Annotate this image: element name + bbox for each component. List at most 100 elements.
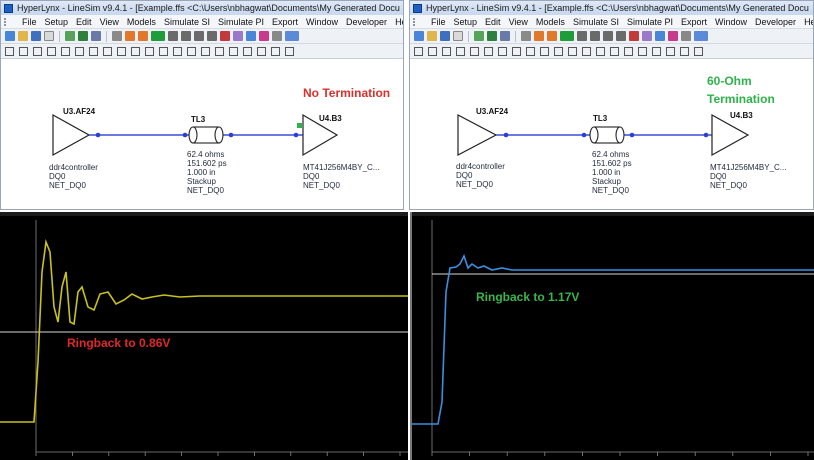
ibis-symbol-icon[interactable]: [680, 46, 689, 56]
text-symbol-icon[interactable]: [285, 46, 294, 56]
pan-icon[interactable]: [616, 31, 626, 41]
source-symbol-icon[interactable]: [187, 46, 196, 56]
termination-symbol-icon[interactable]: [624, 46, 633, 56]
menu-simulate-pi[interactable]: Simulate PI: [214, 17, 268, 27]
package-symbol-icon[interactable]: [229, 46, 238, 56]
power-symbol-icon[interactable]: [145, 46, 154, 56]
menu-simulate-pi[interactable]: Simulate PI: [623, 17, 677, 27]
zoom-out-icon[interactable]: [590, 31, 600, 41]
eye-diagram-icon[interactable]: [246, 31, 256, 41]
termination-symbol-icon[interactable]: [215, 46, 224, 56]
right-oscilloscope-view[interactable]: Ringback to 1.17V: [410, 212, 814, 460]
menu-help[interactable]: Help: [391, 17, 403, 27]
inductor-symbol-icon[interactable]: [117, 46, 126, 56]
menu-help[interactable]: Help: [800, 17, 813, 27]
left-oscilloscope-view[interactable]: Ringback to 0.86V: [0, 212, 408, 460]
coupled-symbol-icon[interactable]: [33, 46, 42, 56]
package-symbol-icon[interactable]: [638, 46, 647, 56]
ibis-symbol-icon[interactable]: [271, 46, 280, 56]
menu-view[interactable]: View: [96, 17, 123, 27]
ic-symbol-icon[interactable]: [5, 46, 14, 56]
probe-icon[interactable]: [642, 31, 652, 41]
oscilloscope-icon[interactable]: [151, 31, 165, 41]
menu-file[interactable]: File: [18, 17, 41, 27]
cable-symbol-icon[interactable]: [456, 46, 465, 56]
switch-symbol-icon[interactable]: [201, 46, 210, 56]
board-icon[interactable]: [65, 31, 75, 41]
print-preview-icon[interactable]: [453, 31, 463, 41]
right-schematic-canvas[interactable]: U3.AF24 ddr4controller DQ0 NET_DQ0 TL3 6…: [410, 59, 813, 209]
print-icon[interactable]: [521, 31, 531, 41]
pan-icon[interactable]: [207, 31, 217, 41]
new-file-icon[interactable]: [5, 31, 15, 41]
menu-simulate-si[interactable]: Simulate SI: [569, 17, 623, 27]
resistor-symbol-icon[interactable]: [498, 46, 507, 56]
open-folder-icon[interactable]: [427, 31, 437, 41]
run-icon[interactable]: [629, 31, 639, 41]
layers-icon[interactable]: [91, 31, 101, 41]
connector-symbol-icon[interactable]: [61, 46, 70, 56]
print-preview-icon[interactable]: [44, 31, 54, 41]
resistor-symbol-icon[interactable]: [89, 46, 98, 56]
ic-symbol-icon[interactable]: [414, 46, 423, 56]
menu-view[interactable]: View: [505, 17, 532, 27]
zoom-fit-icon[interactable]: [194, 31, 204, 41]
stackup-icon[interactable]: [487, 31, 497, 41]
menu-developer[interactable]: Developer: [342, 17, 391, 27]
zoom-out-icon[interactable]: [181, 31, 191, 41]
menu-models[interactable]: Models: [123, 17, 160, 27]
menu-setup[interactable]: Setup: [41, 17, 73, 27]
save-icon[interactable]: [440, 31, 450, 41]
stackup-icon[interactable]: [78, 31, 88, 41]
probe-symbol-icon[interactable]: [568, 46, 577, 56]
capacitor-symbol-icon[interactable]: [512, 46, 521, 56]
layers-icon[interactable]: [500, 31, 510, 41]
probe-icon[interactable]: [233, 31, 243, 41]
text-symbol-icon[interactable]: [694, 46, 703, 56]
coupled-symbol-icon[interactable]: [442, 46, 451, 56]
menu-export[interactable]: Export: [677, 17, 711, 27]
redo-icon[interactable]: [547, 31, 557, 41]
menu-edit[interactable]: Edit: [72, 17, 96, 27]
waveform-icon[interactable]: [285, 31, 299, 41]
via-symbol-icon[interactable]: [484, 46, 493, 56]
spectrum-icon[interactable]: [668, 31, 678, 41]
undo-icon[interactable]: [125, 31, 135, 41]
spectrum-icon[interactable]: [259, 31, 269, 41]
tline-symbol-icon[interactable]: [19, 46, 28, 56]
menu-models[interactable]: Models: [532, 17, 569, 27]
transformer-symbol-icon[interactable]: [243, 46, 252, 56]
switch-symbol-icon[interactable]: [610, 46, 619, 56]
menu-export[interactable]: Export: [268, 17, 302, 27]
zoom-fit-icon[interactable]: [603, 31, 613, 41]
menu-file[interactable]: File: [427, 17, 450, 27]
board-icon[interactable]: [474, 31, 484, 41]
menu-developer[interactable]: Developer: [751, 17, 800, 27]
source-symbol-icon[interactable]: [596, 46, 605, 56]
via-symbol-icon[interactable]: [75, 46, 84, 56]
print-icon[interactable]: [112, 31, 122, 41]
diode-symbol-icon[interactable]: [173, 46, 182, 56]
connector-symbol-icon[interactable]: [470, 46, 479, 56]
menu-setup[interactable]: Setup: [450, 17, 482, 27]
menu-window[interactable]: Window: [711, 17, 751, 27]
redo-icon[interactable]: [138, 31, 148, 41]
waveform-icon[interactable]: [694, 31, 708, 41]
zoom-in-icon[interactable]: [577, 31, 587, 41]
save-icon[interactable]: [31, 31, 41, 41]
sparam-symbol-icon[interactable]: [257, 46, 266, 56]
menu-edit[interactable]: Edit: [481, 17, 505, 27]
new-file-icon[interactable]: [414, 31, 424, 41]
diode-symbol-icon[interactable]: [582, 46, 591, 56]
undo-icon[interactable]: [534, 31, 544, 41]
run-icon[interactable]: [220, 31, 230, 41]
eye-diagram-icon[interactable]: [655, 31, 665, 41]
sparam-symbol-icon[interactable]: [666, 46, 675, 56]
zoom-in-icon[interactable]: [168, 31, 178, 41]
cable-symbol-icon[interactable]: [47, 46, 56, 56]
open-folder-icon[interactable]: [18, 31, 28, 41]
menu-window[interactable]: Window: [302, 17, 342, 27]
ground-symbol-icon[interactable]: [540, 46, 549, 56]
oscilloscope-icon[interactable]: [560, 31, 574, 41]
capacitor-symbol-icon[interactable]: [103, 46, 112, 56]
